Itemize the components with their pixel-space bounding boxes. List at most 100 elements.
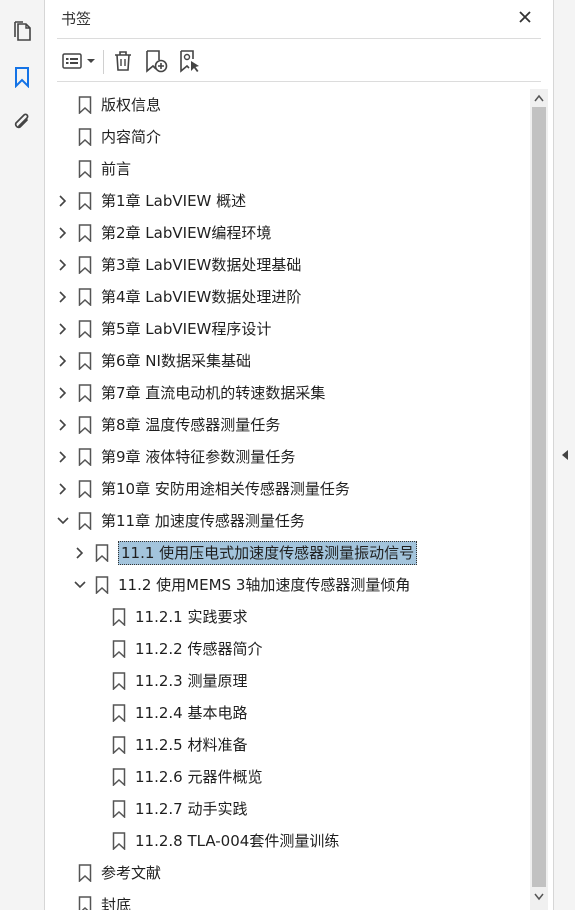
bookmark-row[interactable]: 前言 (45, 153, 531, 185)
bookmark-label[interactable]: 11.2.4 基本电路 (135, 702, 247, 724)
bookmark-row[interactable]: 第10章 安防用途相关传感器测量任务 (45, 473, 531, 505)
bookmark-item-icon (78, 224, 92, 243)
bookmark-row[interactable]: 第3章 LabVIEW数据处理基础 (45, 249, 531, 281)
bookmark-label[interactable]: 11.2.1 实践要求 (135, 606, 247, 628)
bookmark-row[interactable]: 第4章 LabVIEW数据处理进阶 (45, 281, 531, 313)
bookmark-label[interactable]: 参考文献 (101, 862, 161, 884)
bookmark-row[interactable]: 11.2.3 测量原理 (45, 665, 531, 697)
bookmark-label[interactable]: 内容简介 (101, 126, 161, 148)
bookmark-label[interactable]: 第10章 安防用途相关传感器测量任务 (101, 478, 350, 500)
bookmark-row[interactable]: 第9章 液体特征参数测量任务 (45, 441, 531, 473)
bookmark-row[interactable]: 11.2.7 动手实践 (45, 793, 531, 825)
bookmark-item-icon (112, 768, 126, 787)
bookmark-label[interactable]: 11.2.5 材料准备 (135, 734, 247, 756)
bookmark-row[interactable]: 11.2.8 TLA-004套件测量训练 (45, 825, 531, 857)
vertical-scrollbar[interactable] (530, 89, 548, 910)
options-menu-button[interactable] (61, 48, 97, 74)
bookmark-item-icon (78, 384, 92, 403)
chevron-right-icon[interactable] (56, 194, 70, 208)
chevron-right-icon[interactable] (56, 450, 70, 464)
bookmark-item-icon (78, 416, 92, 435)
bookmark-label[interactable]: 第7章 直流电动机的转速数据采集 (101, 382, 325, 404)
bookmark-row[interactable]: 第7章 直流电动机的转速数据采集 (45, 377, 531, 409)
bookmark-item-icon (112, 736, 126, 755)
bookmark-item-icon (78, 352, 92, 371)
bookmark-label[interactable]: 11.2.7 动手实践 (135, 798, 247, 820)
scrollbar-thumb[interactable] (532, 107, 546, 887)
bookmark-label[interactable]: 第9章 液体特征参数测量任务 (101, 446, 295, 468)
bookmark-row[interactable]: 第5章 LabVIEW程序设计 (45, 313, 531, 345)
chevron-down-icon[interactable] (73, 578, 87, 592)
chevron-right-icon[interactable] (56, 226, 70, 240)
bookmark-row[interactable]: 版权信息 (45, 89, 531, 121)
bookmark-label[interactable]: 封底 (101, 894, 131, 910)
bookmark-item-icon (78, 864, 92, 883)
bookmark-row[interactable]: 11.2.4 基本电路 (45, 697, 531, 729)
bookmark-row[interactable]: 11.2 使用MEMS 3轴加速度传感器测量倾角 (45, 569, 531, 601)
bookmark-row[interactable]: 第11章 加速度传感器测量任务 (45, 505, 531, 537)
bookmark-from-structure-button[interactable] (177, 48, 203, 74)
bookmark-item-icon (78, 192, 92, 211)
chevron-down-icon[interactable] (56, 514, 70, 528)
bookmark-row[interactable]: 第8章 温度传感器测量任务 (45, 409, 531, 441)
bookmark-row[interactable]: 参考文献 (45, 857, 531, 889)
bookmark-label[interactable]: 第8章 温度传感器测量任务 (101, 414, 280, 436)
bookmark-label[interactable]: 11.2.6 元器件概览 (135, 766, 262, 788)
bookmark-label[interactable]: 第11章 加速度传感器测量任务 (101, 510, 305, 532)
pages-icon[interactable] (11, 20, 33, 42)
scroll-down-icon[interactable] (534, 892, 544, 902)
bookmark-label[interactable]: 11.2.2 传感器简介 (135, 638, 262, 660)
chevron-right-icon[interactable] (56, 322, 70, 336)
scroll-up-icon[interactable] (534, 93, 544, 103)
bookmark-item-icon (78, 480, 92, 499)
chevron-right-icon[interactable] (56, 354, 70, 368)
bookmark-row[interactable]: 11.2.1 实践要求 (45, 601, 531, 633)
delete-bookmark-button[interactable] (111, 48, 135, 74)
bookmark-row[interactable]: 11.2.5 材料准备 (45, 729, 531, 761)
bookmark-label[interactable]: 版权信息 (101, 94, 161, 116)
attachment-icon[interactable] (11, 112, 33, 134)
bookmark-icon[interactable] (11, 66, 33, 88)
bookmark-label[interactable]: 第2章 LabVIEW编程环境 (101, 222, 271, 244)
bookmark-item-icon (112, 608, 126, 627)
bookmark-tree: 版权信息 内容简介 前言 第1章 LabVIEW 概述 第2章 LabVIEW编程环境第… (45, 89, 531, 910)
bookmark-label[interactable]: 第4章 LabVIEW数据处理进阶 (101, 286, 301, 308)
delete-icon (115, 51, 131, 71)
new-bookmark-button[interactable] (143, 48, 169, 74)
bookmark-row[interactable]: 11.2.2 传感器简介 (45, 633, 531, 665)
bookmark-label[interactable]: 第6章 NI数据采集基础 (101, 350, 251, 372)
chevron-right-icon[interactable] (56, 258, 70, 272)
left-navigation-rail (0, 0, 45, 910)
chevron-right-icon[interactable] (56, 386, 70, 400)
bookmark-row[interactable]: 内容简介 (45, 121, 531, 153)
bookmark-row[interactable]: 第2章 LabVIEW编程环境 (45, 217, 531, 249)
bookmark-item-icon (112, 832, 126, 851)
bookmark-label[interactable]: 11.2.3 测量原理 (135, 670, 247, 692)
chevron-right-icon[interactable] (56, 418, 70, 432)
bookmark-item-icon (78, 256, 92, 275)
bookmark-item-icon (112, 800, 126, 819)
bookmark-label[interactable]: 前言 (101, 158, 131, 180)
bookmark-row[interactable]: 第1章 LabVIEW 概述 (45, 185, 531, 217)
bookmark-item-icon (78, 160, 92, 179)
bookmarks-panel: 书签 版权信息 内容简介 前言 第1章 LabVIEW 概述 第2章 LabVIEW编程… (45, 0, 553, 910)
collapse-panel-icon[interactable] (560, 448, 570, 462)
bookmark-item-icon (78, 128, 92, 147)
bookmark-label[interactable]: 第1章 LabVIEW 概述 (101, 190, 246, 212)
chevron-right-icon[interactable] (56, 290, 70, 304)
bookmark-row[interactable]: 封底 (45, 889, 531, 910)
toolbar-divider-line (57, 81, 541, 82)
close-icon[interactable] (515, 7, 535, 27)
bookmark-label[interactable]: 11.2.8 TLA-004套件测量训练 (135, 830, 339, 852)
bookmarks-toolbar (57, 44, 541, 78)
bookmark-label[interactable]: 11.2 使用MEMS 3轴加速度传感器测量倾角 (118, 574, 410, 596)
chevron-right-icon[interactable] (56, 482, 70, 496)
bookmark-label[interactable]: 第5章 LabVIEW程序设计 (101, 318, 271, 340)
bookmark-label[interactable]: 第3章 LabVIEW数据处理基础 (101, 254, 301, 276)
bookmark-row[interactable]: 11.1 使用压电式加速度传感器测量振动信号 (45, 537, 531, 569)
bookmark-row[interactable]: 第6章 NI数据采集基础 (45, 345, 531, 377)
chevron-right-icon[interactable] (73, 546, 87, 560)
bookmark-row[interactable]: 11.2.6 元器件概览 (45, 761, 531, 793)
document-edge (553, 0, 575, 910)
bookmark-label[interactable]: 11.1 使用压电式加速度传感器测量振动信号 (118, 541, 418, 565)
